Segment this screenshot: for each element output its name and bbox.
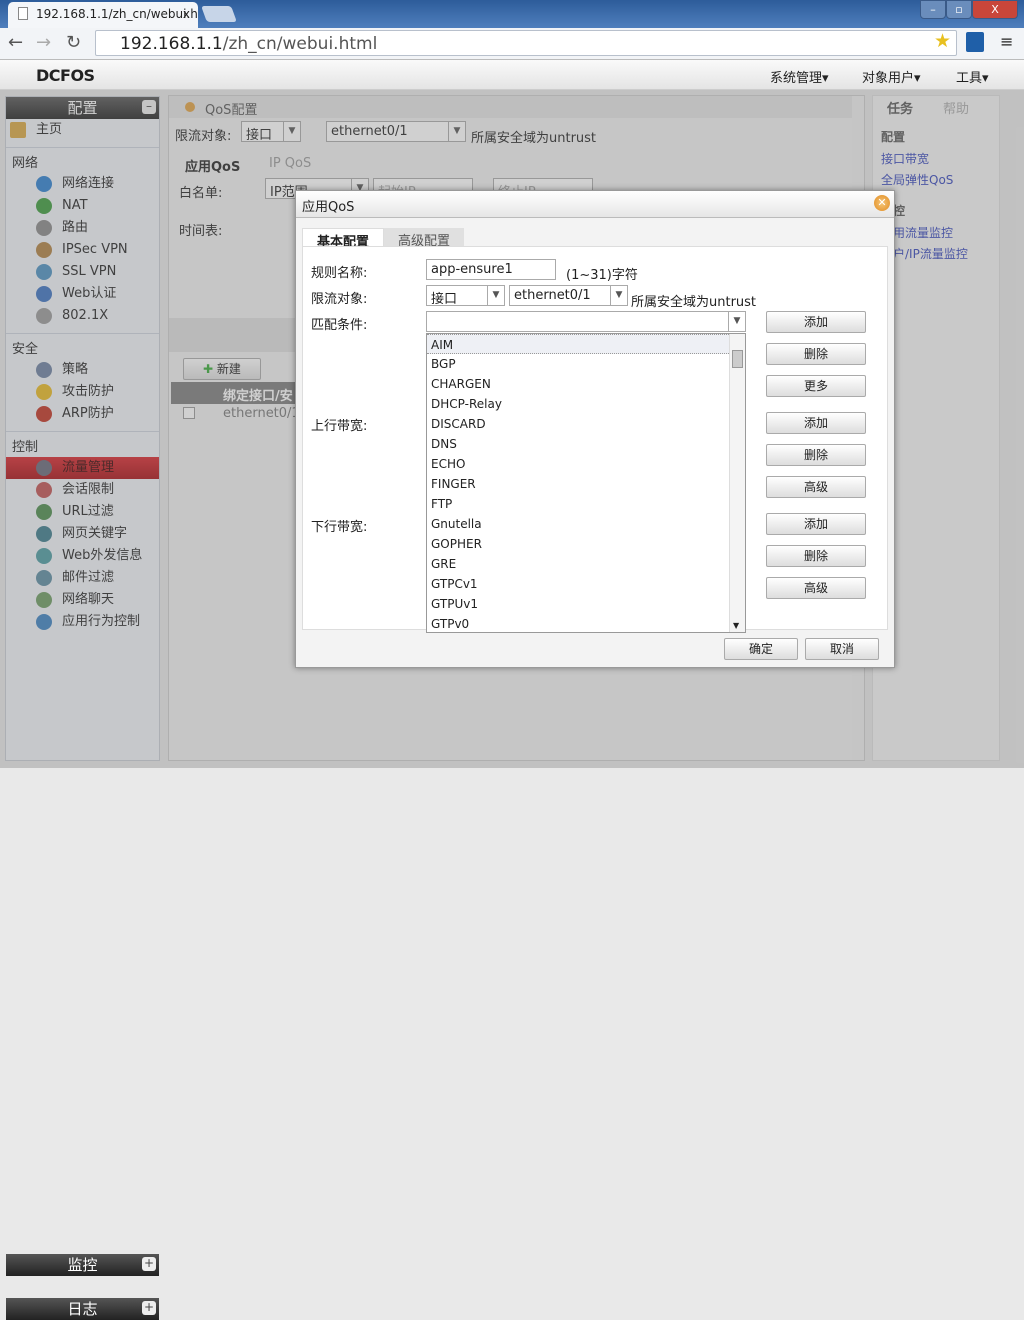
app-header: DCFOS 系统管理▾ 对象用户▾ 工具▾ [0,60,1024,90]
chevron-down-icon: ▼ [728,312,745,331]
cancel-button[interactable]: 取消 [805,638,879,660]
dialog-action-button[interactable]: 高级 [766,476,866,498]
list-option[interactable]: FINGER [427,474,745,494]
sidebar-header-label: 日志 [67,1300,98,1318]
page-icon [18,7,28,20]
list-option[interactable]: BGP [427,354,745,374]
dialog-title: 应用QoS [296,191,894,218]
match-label: 匹配条件: [311,318,368,333]
scroll-down-icon[interactable]: ▼ [733,621,739,630]
dialog-action-button[interactable]: 删除 [766,545,866,567]
sidebar-header-log[interactable]: 日志 + [6,1298,159,1320]
chevron-down-icon: ▼ [487,286,504,305]
tab-basic-config[interactable]: 基本配置 [302,228,385,250]
maximize-button[interactable]: ▫ [946,0,972,19]
ok-button[interactable]: 确定 [724,638,798,660]
list-option[interactable]: AIM [427,334,745,354]
zone-text: 所属安全域为untrust [631,295,757,310]
new-tab-button[interactable] [201,6,237,22]
upstream-bandwidth-label: 上行带宽: [311,419,368,434]
browser-tab-bar: 192.168.1.1/zh_cn/webui.htmlx – ▫ X [0,0,1024,28]
dialog-action-button[interactable]: 更多 [766,375,866,397]
star-icon[interactable]: ★ [934,30,951,52]
tab-advanced-config[interactable]: 高级配置 [384,228,465,249]
back-icon[interactable]: ← [8,32,23,53]
list-option[interactable]: Gnutella [427,514,745,534]
menu-objects-users[interactable]: 对象用户▾ [862,67,921,86]
extension-icon[interactable] [966,32,984,52]
limit-iface-select[interactable]: ethernet0/1 ▼ [509,285,628,306]
tab-title: 192.168.1.1/zh_cn/webui.html [36,7,198,21]
limit-label: 限流对象: [311,292,368,307]
sidebar-header-monitor[interactable]: 监控 + [6,1254,159,1276]
url-path: /zh_cn/webui.html [222,34,378,54]
address-bar[interactable]: 192.168.1.1/zh_cn/webui.html [95,30,957,56]
reload-icon[interactable]: ↻ [66,32,81,53]
select-value: ethernet0/1 [514,288,591,303]
dialog-action-button[interactable]: 添加 [766,513,866,535]
expand-icon[interactable]: + [142,1301,156,1315]
list-option[interactable]: GTPUv1 [427,594,745,614]
list-scrollbar[interactable]: ▼ [729,334,745,632]
list-option[interactable]: CHARGEN [427,374,745,394]
match-options-list: AIM BGP CHARGEN DHCP-Relay DISCARD DNS ECHO FIN… [426,333,746,633]
limit-type-select[interactable]: 接口 ▼ [426,285,505,307]
list-option[interactable]: GTPCv1 [427,574,745,594]
rule-name-input[interactable]: app-ensure1 [426,259,556,280]
menu-system-management[interactable]: 系统管理▾ [770,67,829,86]
dialog-action-button[interactable]: 删除 [766,343,866,365]
list-option[interactable]: FTP [427,494,745,514]
close-icon[interactable]: ✕ [874,195,890,211]
chevron-down-icon: ▼ [610,286,627,305]
list-option[interactable]: GOPHER [427,534,745,554]
select-value: 接口 [431,292,458,307]
rule-name-hint: (1~31)字符 [566,268,638,283]
forward-icon[interactable]: → [36,32,51,53]
sidebar-header-label: 监控 [67,1256,98,1274]
logo: DCFOS [36,66,95,85]
browser-toolbar: ← → ↻ 192.168.1.1/zh_cn/webui.html ★ ≡ [0,28,1024,60]
list-option[interactable]: DISCARD [427,414,745,434]
close-tab-icon[interactable]: x [183,7,190,21]
match-condition-select[interactable]: ▼ [426,311,746,332]
list-option[interactable]: GTPv0 [427,614,745,632]
dialog-action-button[interactable]: 删除 [766,444,866,466]
url-host: 192.168.1.1 [120,34,223,54]
list-option[interactable]: ECHO [427,454,745,474]
browser-tab[interactable]: 192.168.1.1/zh_cn/webui.htmlx [8,2,198,28]
downstream-bandwidth-label: 下行带宽: [311,520,368,535]
rule-name-label: 规则名称: [311,266,368,281]
expand-icon[interactable]: + [142,1257,156,1271]
menu-icon[interactable]: ≡ [1000,32,1013,51]
menu-tools[interactable]: 工具▾ [956,67,989,86]
list-option[interactable]: GRE [427,554,745,574]
dialog-action-button[interactable]: 添加 [766,311,866,333]
list-option[interactable]: DHCP-Relay [427,394,745,414]
list-option[interactable]: DNS [427,434,745,454]
dialog-action-button[interactable]: 高级 [766,577,866,599]
minimize-button[interactable]: – [920,0,946,19]
dialog-action-button[interactable]: 添加 [766,412,866,434]
close-window-button[interactable]: X [972,0,1018,19]
